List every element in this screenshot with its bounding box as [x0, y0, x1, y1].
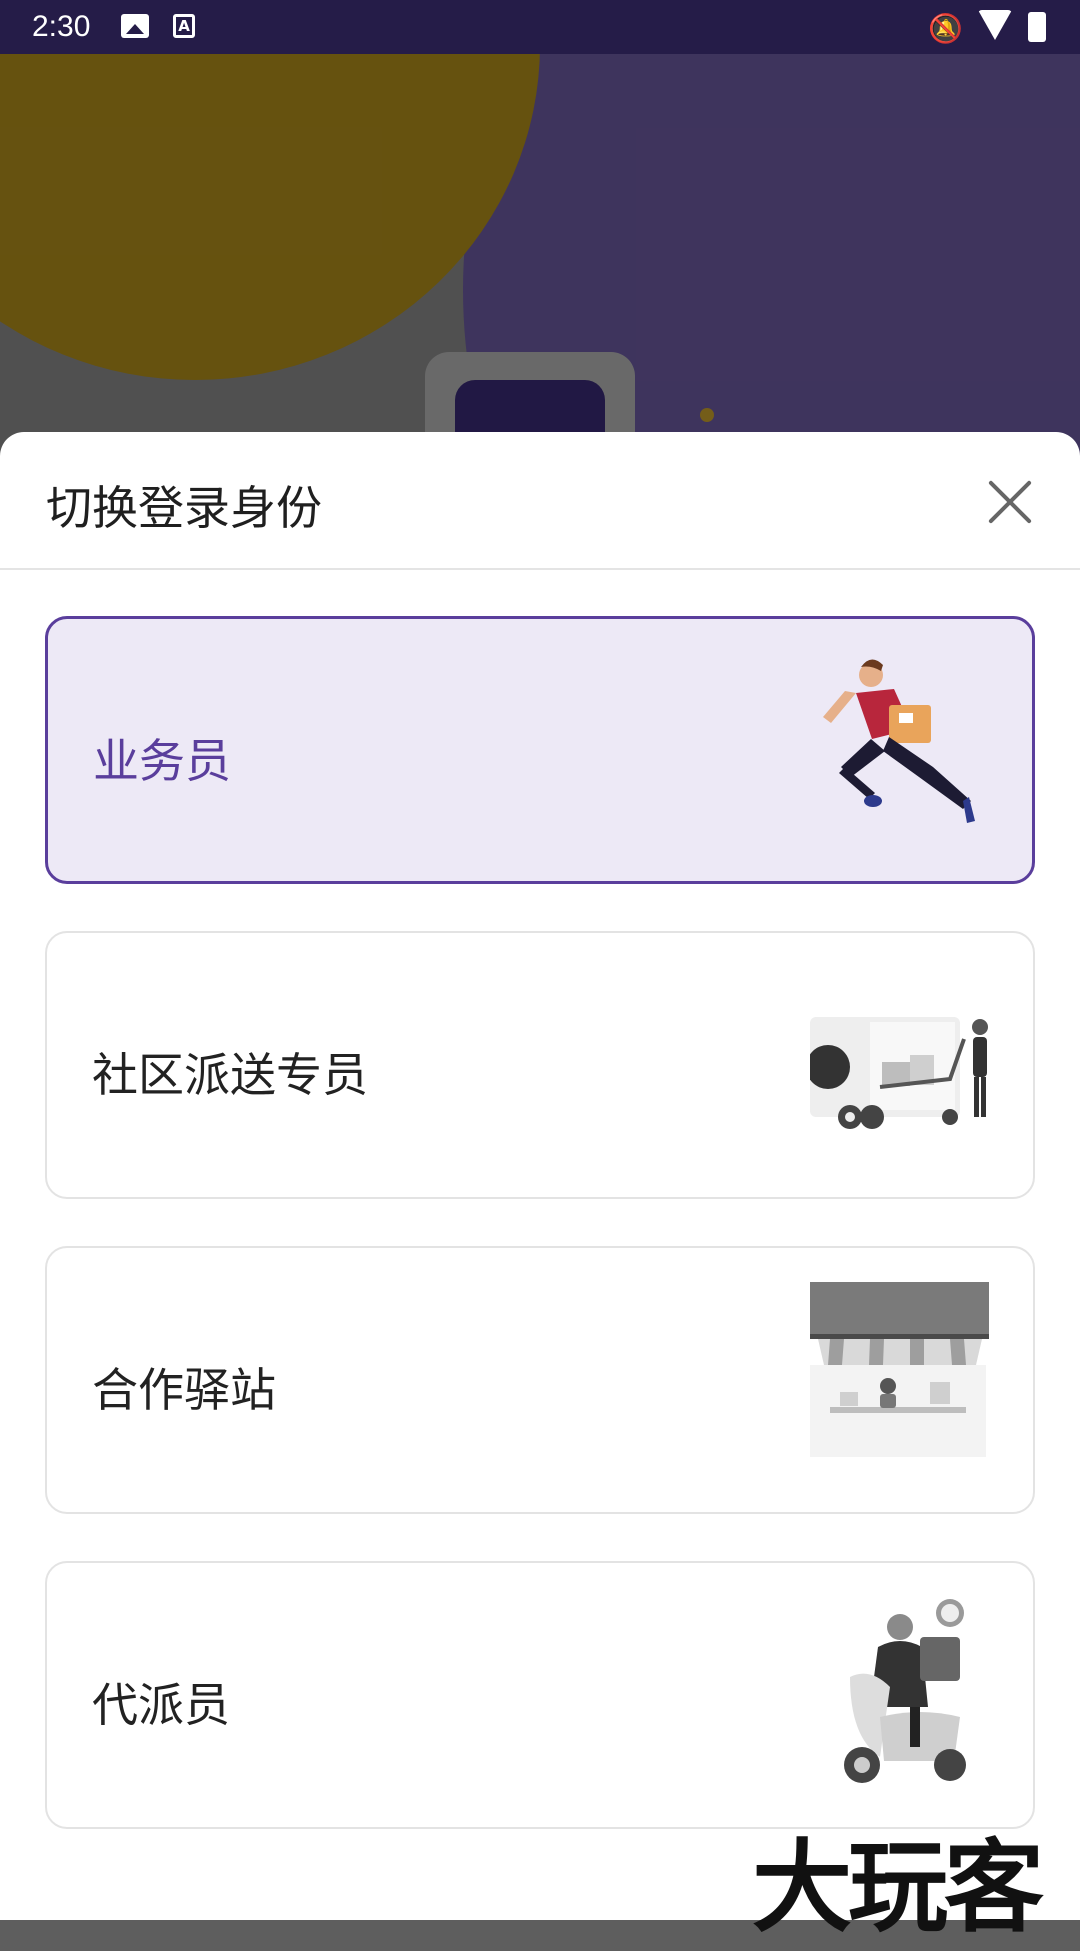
battery-icon — [1028, 12, 1046, 42]
sheet-title: 切换登录身份 — [46, 481, 322, 535]
image-notification-icon — [121, 14, 149, 38]
identity-option-label: 代派员 — [92, 1678, 230, 1732]
identity-option-partner-station[interactable]: 合作驿站 — [45, 1246, 1035, 1514]
notifications-off-icon: 🔕 — [928, 12, 963, 45]
status-bar: 2:30 A 🔕 — [0, 0, 1080, 54]
identity-option-label: 合作驿站 — [92, 1363, 276, 1417]
courier-running-icon — [823, 659, 975, 823]
identity-option-agent-delivery[interactable]: 代派员 — [45, 1561, 1035, 1829]
identity-option-label: 业务员 — [93, 734, 231, 788]
sheet-header: 切换登录身份 — [0, 432, 1080, 570]
identity-option-label: 社区派送专员 — [92, 1048, 368, 1102]
close-icon[interactable] — [985, 477, 1035, 527]
text-notification-icon: A — [173, 14, 195, 38]
identity-option-salesman[interactable]: 业务员 — [45, 616, 1035, 884]
switch-identity-sheet: 切换登录身份 业务员 社区派送专员 合作驿站 代派员 — [0, 432, 1080, 1920]
identity-option-community-delivery[interactable]: 社区派送专员 — [45, 931, 1035, 1199]
scooter-rider-icon — [844, 1599, 966, 1783]
delivery-truck-icon — [810, 1017, 988, 1129]
status-time: 2:30 — [32, 10, 91, 43]
watermark-text: 大玩客 — [752, 1829, 1044, 1946]
storefront-icon — [810, 1282, 989, 1457]
wifi-icon — [978, 10, 1012, 40]
